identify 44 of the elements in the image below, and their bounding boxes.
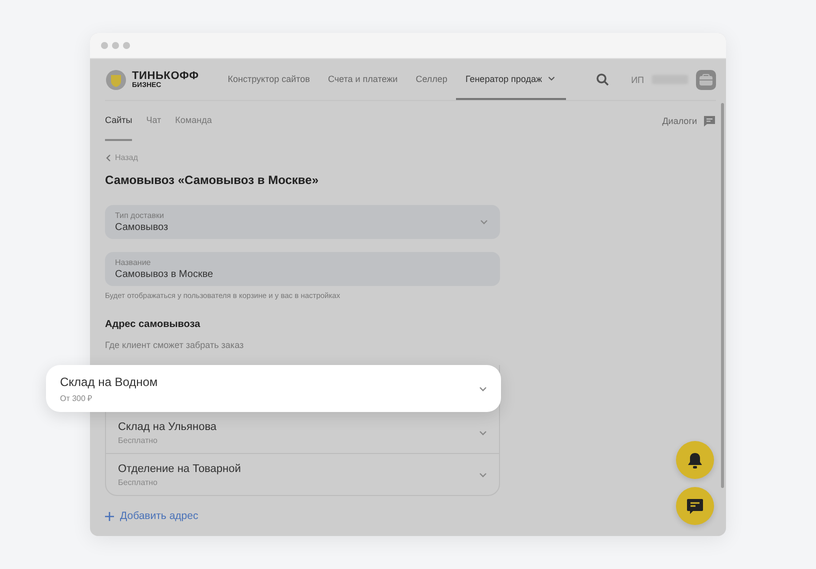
bell-icon (687, 452, 703, 468)
search-icon[interactable] (596, 73, 610, 86)
add-address-link[interactable]: Добавить адрес (105, 510, 198, 522)
address-name: Склад на Ульянова (118, 420, 218, 432)
window-control-dot[interactable] (123, 42, 130, 49)
window-control-dot[interactable] (112, 42, 119, 49)
input-field[interactable]: Название Самовывоз в Москве (105, 252, 500, 286)
address-price: Бесплатно (118, 436, 159, 444)
user-prefix: ИП (631, 74, 644, 84)
address-item[interactable]: Склад на Водном От 300 ₽ (46, 365, 501, 412)
chat-icon (703, 115, 716, 127)
briefcase-icon (699, 74, 713, 86)
field-label: Название (115, 258, 152, 267)
dialogs-link[interactable]: Диалоги (662, 101, 716, 141)
nav-tab[interactable]: Конструктор сайтов (218, 59, 319, 100)
address-name: Отделение на Товарной (118, 462, 242, 474)
logo-title: ТИНЬКОФФ (132, 70, 199, 82)
address-item[interactable]: Склад на Ульянова Бесплатно (106, 412, 499, 453)
select-field[interactable]: Тип доставки Самовывоз (105, 205, 500, 239)
notifications-button[interactable] (676, 441, 714, 479)
section-tab[interactable]: Сайты (105, 101, 132, 141)
message-icon (686, 498, 704, 514)
address-price: Бесплатно (118, 478, 159, 486)
section-tab[interactable]: Команда (175, 101, 212, 141)
nav-tab[interactable]: Генератор продаж (456, 59, 566, 100)
chat-button[interactable] (676, 487, 714, 525)
address-price: От 300 ₽ (60, 392, 94, 402)
address-name: Склад на Водном (60, 374, 159, 388)
section-tab[interactable]: Чат (146, 101, 162, 141)
nav-tab[interactable]: Счета и платежи (318, 59, 407, 100)
plus-icon (105, 512, 114, 520)
back-link[interactable]: Назад (105, 153, 138, 162)
field-label: Тип доставки (115, 211, 165, 220)
address-item[interactable]: Отделение на Товарной Бесплатно (106, 453, 499, 495)
chevron-left-icon (105, 154, 112, 162)
section-title: Адрес самовывоза (105, 319, 202, 330)
field-value: Самовывоз в Москве (115, 269, 214, 280)
account-button[interactable] (696, 70, 716, 90)
emblem-icon (105, 68, 127, 90)
field-value: Самовывоз (115, 222, 170, 233)
window-control-dot[interactable] (101, 42, 108, 49)
section-subtitle: Где клиент сможет забрать заказ (105, 340, 245, 350)
page-title: Самовывоз «Самовывоз в Москве» (105, 173, 320, 187)
nav-tab[interactable]: Селлер (406, 59, 456, 100)
